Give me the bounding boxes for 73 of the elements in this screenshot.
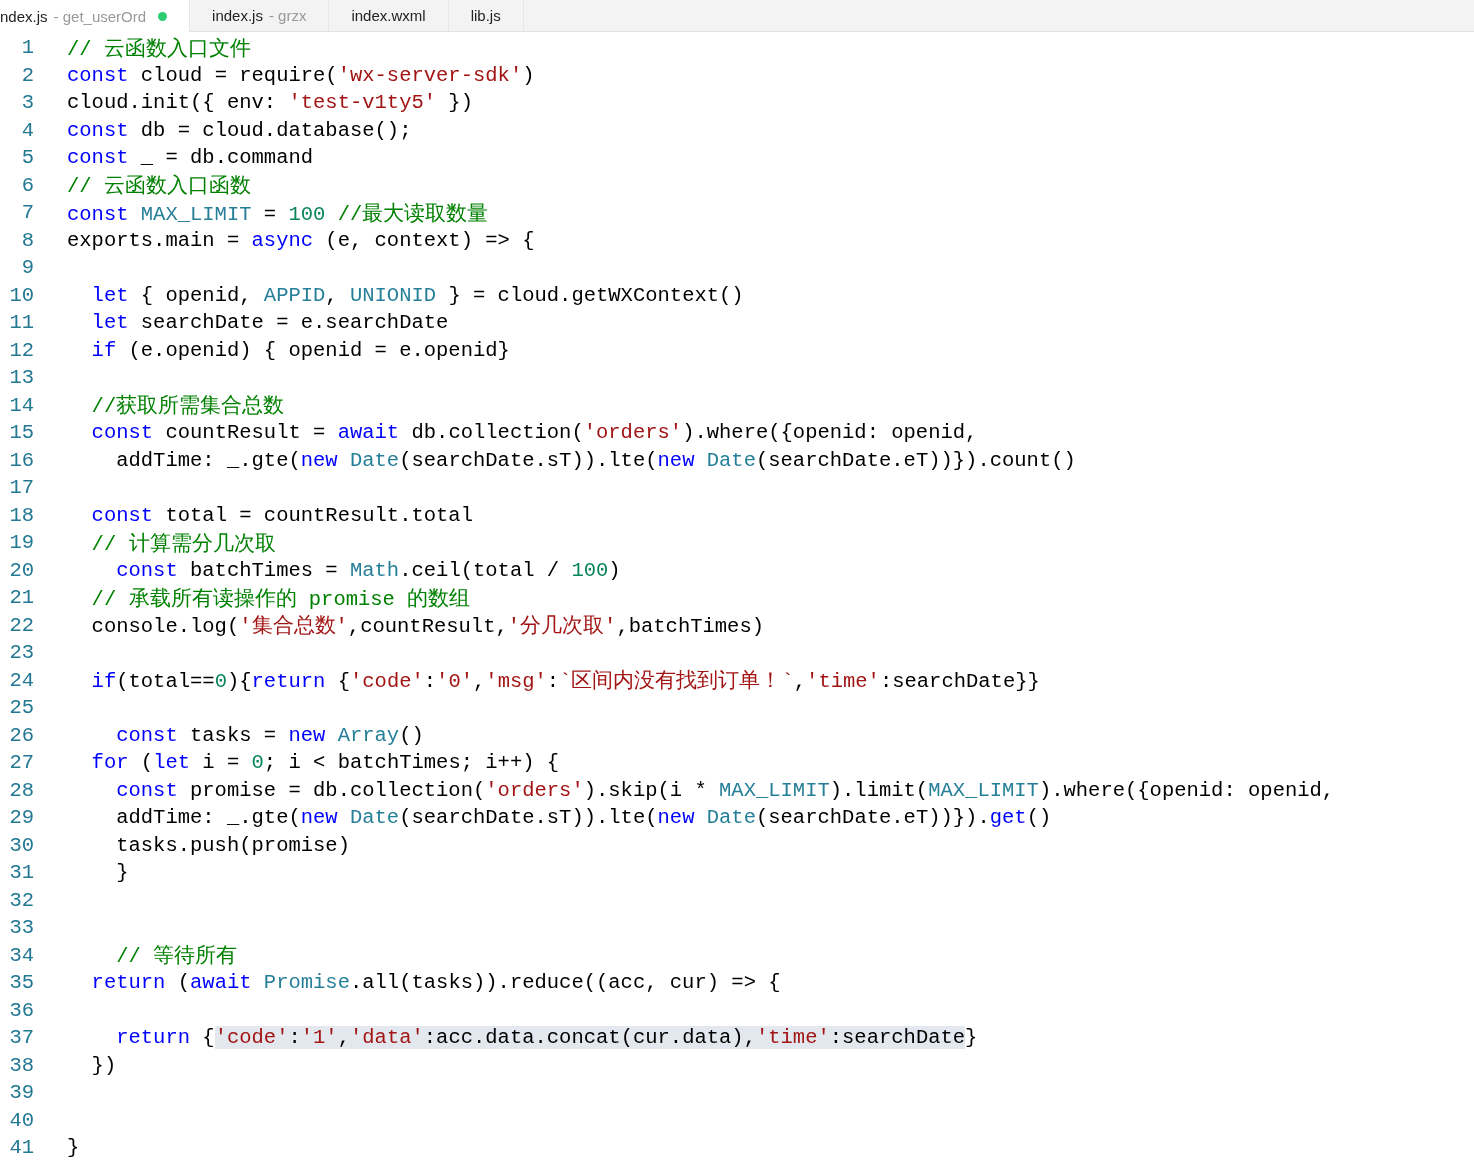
code-line: tasks.push(promise): [115, 833, 350, 857]
code-line: const db = cloud.database();: [67, 118, 412, 142]
line-number: 8: [20, 228, 34, 252]
line-number: 4: [20, 118, 34, 142]
code-line: //获取所需集合总数: [90, 393, 285, 420]
line-number: 26: [8, 723, 34, 747]
code-line: }: [67, 1136, 80, 1160]
code-line: return {'code':'1','data':acc.data.concat(cur.data),'time':searchDate}: [115, 1026, 978, 1050]
line-number: 18: [8, 503, 34, 527]
code-line: const cloud = require('wx-server-sdk'): [67, 63, 535, 87]
code-line: const total = countResult.total: [90, 503, 473, 527]
line-number: 1: [20, 36, 34, 60]
code-line: addTime: _.gte(new Date(searchDate.sT)).lte(new Date(searchDate.eT))}).get(): [115, 806, 1052, 830]
line-number: 22: [8, 613, 34, 637]
code-line: // 计算需分几次取: [90, 531, 276, 557]
code-line: if (e.openid) { openid = e.openid}: [90, 338, 510, 362]
line-number: 32: [8, 888, 34, 912]
line-number: 15: [8, 421, 34, 445]
line-number: 9: [20, 256, 34, 280]
line-number: 36: [8, 998, 34, 1022]
line-number: 38: [8, 1053, 34, 1077]
line-number: 41: [8, 1136, 34, 1160]
code-line: if(total==0){return {'code':'0','msg':`区间内没有找到订单！`,'time':searchDate}}: [90, 668, 1040, 695]
line-number: 29: [8, 806, 34, 830]
line-number: 3: [20, 91, 34, 115]
code-line: const tasks = new Array(): [115, 723, 424, 747]
line-number: 20: [8, 558, 34, 582]
line-number: 31: [8, 861, 34, 885]
code-line: return (await Promise.all(tasks)).reduce((acc, cur) => {: [90, 971, 781, 995]
line-number: 7: [20, 201, 34, 225]
line-number: 35: [8, 971, 34, 995]
line-number: 25: [8, 696, 34, 720]
code-line: const batchTimes = Math.ceil(total / 100): [115, 558, 621, 582]
line-number: 5: [20, 146, 34, 170]
line-number: 33: [8, 916, 34, 940]
code-line: let { openid, APPID, UNIONID } = cloud.getWXContext(): [90, 283, 744, 307]
line-number: 6: [20, 173, 34, 197]
line-number: 12: [8, 338, 34, 362]
line-number: 39: [8, 1081, 34, 1105]
code-line: addTime: _.gte(new Date(searchDate.sT)).lte(new Date(searchDate.eT))}).count(): [115, 448, 1076, 472]
line-number: 24: [8, 668, 34, 692]
line-number: 11: [8, 311, 34, 335]
line-number: 27: [8, 751, 34, 775]
line-number: 14: [8, 393, 34, 417]
code-line: }): [90, 1053, 117, 1077]
code-line: // 云函数入口文件: [67, 36, 251, 62]
line-number: 40: [8, 1108, 34, 1132]
line-number: 17: [8, 476, 34, 500]
line-number: 16: [8, 448, 34, 472]
code-line: const promise = db.collection('orders').skip(i * MAX_LIMIT).limit(MAX_LIMIT).where({openid: openid,: [115, 778, 1335, 802]
code-line: for (let i = 0; i < batchTimes; i++) {: [90, 751, 560, 775]
line-number: 34: [8, 943, 34, 967]
editor-tab[interactable]: ndex.js - get_userOrd: [0, 0, 191, 32]
code-line: cloud.init({ env: 'test-v1ty5' }): [67, 91, 473, 115]
code-line: const _ = db.command: [67, 146, 314, 170]
line-number: 13: [8, 366, 34, 390]
line-number: 19: [8, 531, 34, 555]
code-line: }: [115, 861, 129, 885]
code-line: exports.main = async (e, context) => {: [67, 228, 535, 252]
code-line: // 等待所有: [115, 944, 238, 970]
line-number: 37: [8, 1026, 34, 1050]
line-number: 30: [8, 833, 34, 857]
code-line: // 承载所有读操作的 promise 的数组: [90, 586, 471, 612]
code-line: let searchDate = e.searchDate: [90, 311, 449, 335]
line-number: 21: [8, 586, 34, 610]
line-number: 28: [8, 778, 34, 802]
line-number: 2: [20, 63, 34, 87]
code-line: // 云函数入口函数: [67, 173, 251, 200]
line-number: 23: [8, 641, 34, 665]
code-line: console.log('集合总数',countResult,'分几次取',batchTimes): [90, 614, 764, 640]
line-number: 10: [8, 283, 34, 307]
code-line: const countResult = await db.collection('orders').where({openid: openid,: [90, 421, 978, 445]
code-line: const MAX_LIMIT = 100 //最大读取数量: [67, 201, 489, 227]
